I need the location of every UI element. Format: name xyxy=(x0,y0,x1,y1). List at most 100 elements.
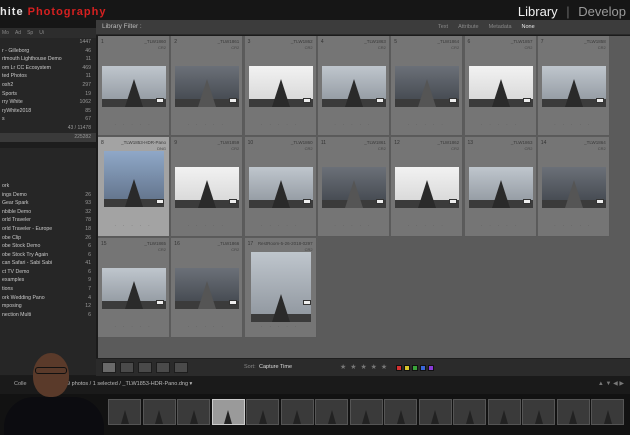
folder-row[interactable]: 1447 xyxy=(0,38,96,47)
grid-cell[interactable]: 7 _TLW1858 CR2 · · · · · xyxy=(537,36,610,136)
metadata-badge-icon[interactable] xyxy=(375,199,384,204)
folder-row[interactable]: Sports 19 xyxy=(0,90,96,99)
color-label-swatch[interactable] xyxy=(428,365,434,371)
folder-row[interactable]: ryWhite2018 85 xyxy=(0,107,96,116)
collection-row[interactable]: tions 7 xyxy=(0,285,96,294)
cell-rating[interactable]: · · · · · xyxy=(171,324,242,329)
color-label-swatch[interactable] xyxy=(404,365,410,371)
filter-attribute[interactable]: Attribute xyxy=(458,24,478,30)
filmstrip-nav-icons[interactable]: ▲ ▼ ◀ ▶ xyxy=(598,380,624,387)
metadata-badge-icon[interactable] xyxy=(156,199,164,204)
metadata-badge-icon[interactable] xyxy=(449,199,458,204)
metadata-badge-icon[interactable] xyxy=(302,98,311,103)
filmstrip-thumbnail[interactable] xyxy=(246,399,279,425)
metadata-badge-icon[interactable] xyxy=(156,300,164,305)
metadata-badge-icon[interactable] xyxy=(229,98,238,103)
filmstrip-thumbnail[interactable] xyxy=(177,399,210,425)
filmstrip-thumbnail[interactable] xyxy=(108,399,141,425)
cell-rating[interactable]: · · · · · xyxy=(171,122,242,127)
metadata-badge-icon[interactable] xyxy=(302,199,311,204)
panel-tab[interactable]: Ui xyxy=(39,30,44,36)
metadata-badge-icon[interactable] xyxy=(595,98,604,103)
metadata-badge-icon[interactable] xyxy=(229,199,238,204)
collection-row[interactable]: ings Demo 26 xyxy=(0,191,96,200)
rating-filter[interactable]: ★ ★ ★ ★ ★ xyxy=(340,363,388,371)
filmstrip-thumbnail[interactable] xyxy=(384,399,417,425)
photo-thumbnail[interactable] xyxy=(104,151,164,207)
folder-row[interactable]: osh2 297 xyxy=(0,81,96,90)
collection-row[interactable]: Gear Spark 93 xyxy=(0,199,96,208)
filter-none[interactable]: None xyxy=(522,24,535,30)
cell-rating[interactable]: · · · · · xyxy=(465,223,536,228)
cell-rating[interactable]: · · · · · xyxy=(318,122,389,127)
filmstrip-thumbnail[interactable] xyxy=(591,399,624,425)
cell-rating[interactable]: · · · · · xyxy=(391,223,462,228)
panel-tab[interactable]: Sp xyxy=(27,30,33,36)
folder-row[interactable]: r - Gilleborg 46 xyxy=(0,47,96,56)
collection-row[interactable]: ork Wedding Pano 4 xyxy=(0,294,96,303)
cell-rating[interactable]: · · · · · xyxy=(171,223,242,228)
folder-row[interactable]: s 67 xyxy=(0,115,96,124)
panel-tab[interactable]: Ad xyxy=(15,30,21,36)
grid-cell[interactable]: 4 _TLW1863 CR2 · · · · · xyxy=(317,36,390,136)
survey-view-button[interactable] xyxy=(156,362,170,373)
grid-cell[interactable]: 3 _TLW1862 CR2 · · · · · xyxy=(244,36,317,136)
collection-row[interactable]: obe Stock Demo 6 xyxy=(0,242,96,251)
grid-cell[interactable]: 5 _TLW1864 CR2 · · · · · xyxy=(391,36,464,136)
sort-dropdown[interactable]: Capture Time xyxy=(259,364,292,370)
collection-row[interactable]: nection Multi 6 xyxy=(0,311,96,320)
folder-row[interactable]: ted Photos 11 xyxy=(0,72,96,81)
collection-row[interactable]: ct TV Demo 6 xyxy=(0,268,96,277)
metadata-badge-icon[interactable] xyxy=(522,98,531,103)
grid-cell[interactable]: 12 _TLW1862 CR2 · · · · · xyxy=(391,137,464,237)
cell-rating[interactable]: · · · · · xyxy=(538,223,609,228)
module-library[interactable]: Library xyxy=(518,4,558,19)
grid-cell[interactable]: 9 _TLW1859 CR2 · · · · · xyxy=(171,137,244,237)
cell-rating[interactable]: · · · · · xyxy=(98,324,169,329)
cell-rating[interactable]: · · · · · xyxy=(98,223,169,228)
metadata-badge-icon[interactable] xyxy=(156,98,164,103)
cell-rating[interactable]: · · · · · xyxy=(245,122,316,127)
cell-rating[interactable]: · · · · · xyxy=(98,122,169,127)
metadata-badge-icon[interactable] xyxy=(375,98,384,103)
filmstrip-thumbnail[interactable] xyxy=(453,399,486,425)
cell-rating[interactable]: · · · · · xyxy=(538,122,609,127)
grid-cell[interactable]: 2 _TLW1861 CR2 · · · · · xyxy=(171,36,244,136)
collection-row[interactable]: obe Clip 26 xyxy=(0,234,96,243)
filmstrip-thumbnail[interactable] xyxy=(315,399,348,425)
collection-row[interactable]: orld Traveler - Europe 18 xyxy=(0,225,96,234)
collection-row[interactable]: orld Traveler 78 xyxy=(0,216,96,225)
metadata-badge-icon[interactable] xyxy=(595,199,604,204)
filmstrip-thumbnail[interactable] xyxy=(142,399,176,425)
filter-metadata[interactable]: Metadata xyxy=(489,24,512,30)
filmstrip-thumbnail[interactable] xyxy=(349,399,383,425)
collection-row[interactable]: examples 9 xyxy=(0,276,96,285)
filmstrip-thumbnail[interactable] xyxy=(487,399,521,425)
color-label-swatch[interactable] xyxy=(396,365,402,371)
metadata-badge-icon[interactable] xyxy=(302,300,311,305)
compare-view-button[interactable] xyxy=(138,362,152,373)
cell-rating[interactable]: · · · · · xyxy=(245,324,316,329)
photo-thumbnail[interactable] xyxy=(250,252,311,322)
collection-row[interactable]: ork xyxy=(0,182,96,191)
grid-cell[interactable]: 15 _TLW1865 CR2 · · · · · xyxy=(98,238,170,338)
filmstrip-thumbnail[interactable] xyxy=(280,399,314,425)
collection-row[interactable]: obe Stock Try Again 6 xyxy=(0,251,96,260)
color-label-swatch[interactable] xyxy=(412,365,418,371)
grid-cell[interactable]: 16 _TLW1866 CR2 · · · · · xyxy=(171,238,244,338)
filmstrip-thumbnail[interactable] xyxy=(522,399,555,425)
grid-cell[interactable]: 14 _TLW1864 CR2 · · · · · xyxy=(537,137,610,237)
filter-text[interactable]: Text xyxy=(438,24,448,30)
collection-row[interactable]: can Safari - Sabi Sabi 41 xyxy=(0,259,96,268)
metadata-badge-icon[interactable] xyxy=(522,199,531,204)
folder-row[interactable]: rtmouth Lighthouse Demo 11 xyxy=(0,55,96,64)
filmstrip-thumbnail[interactable] xyxy=(556,399,590,425)
cell-rating[interactable]: · · · · · xyxy=(465,122,536,127)
filmstrip-thumbnail[interactable] xyxy=(211,399,245,425)
grid-cell[interactable]: 1 _TLW1860 CR2 · · · · · xyxy=(98,36,170,136)
people-view-button[interactable] xyxy=(174,362,188,373)
grid-cell[interactable]: 13 _TLW1863 CR2 · · · · · xyxy=(464,137,537,237)
panel-tab[interactable]: Mo xyxy=(2,30,9,36)
cell-rating[interactable]: · · · · · xyxy=(245,223,316,228)
module-develop[interactable]: Develop xyxy=(578,4,626,19)
